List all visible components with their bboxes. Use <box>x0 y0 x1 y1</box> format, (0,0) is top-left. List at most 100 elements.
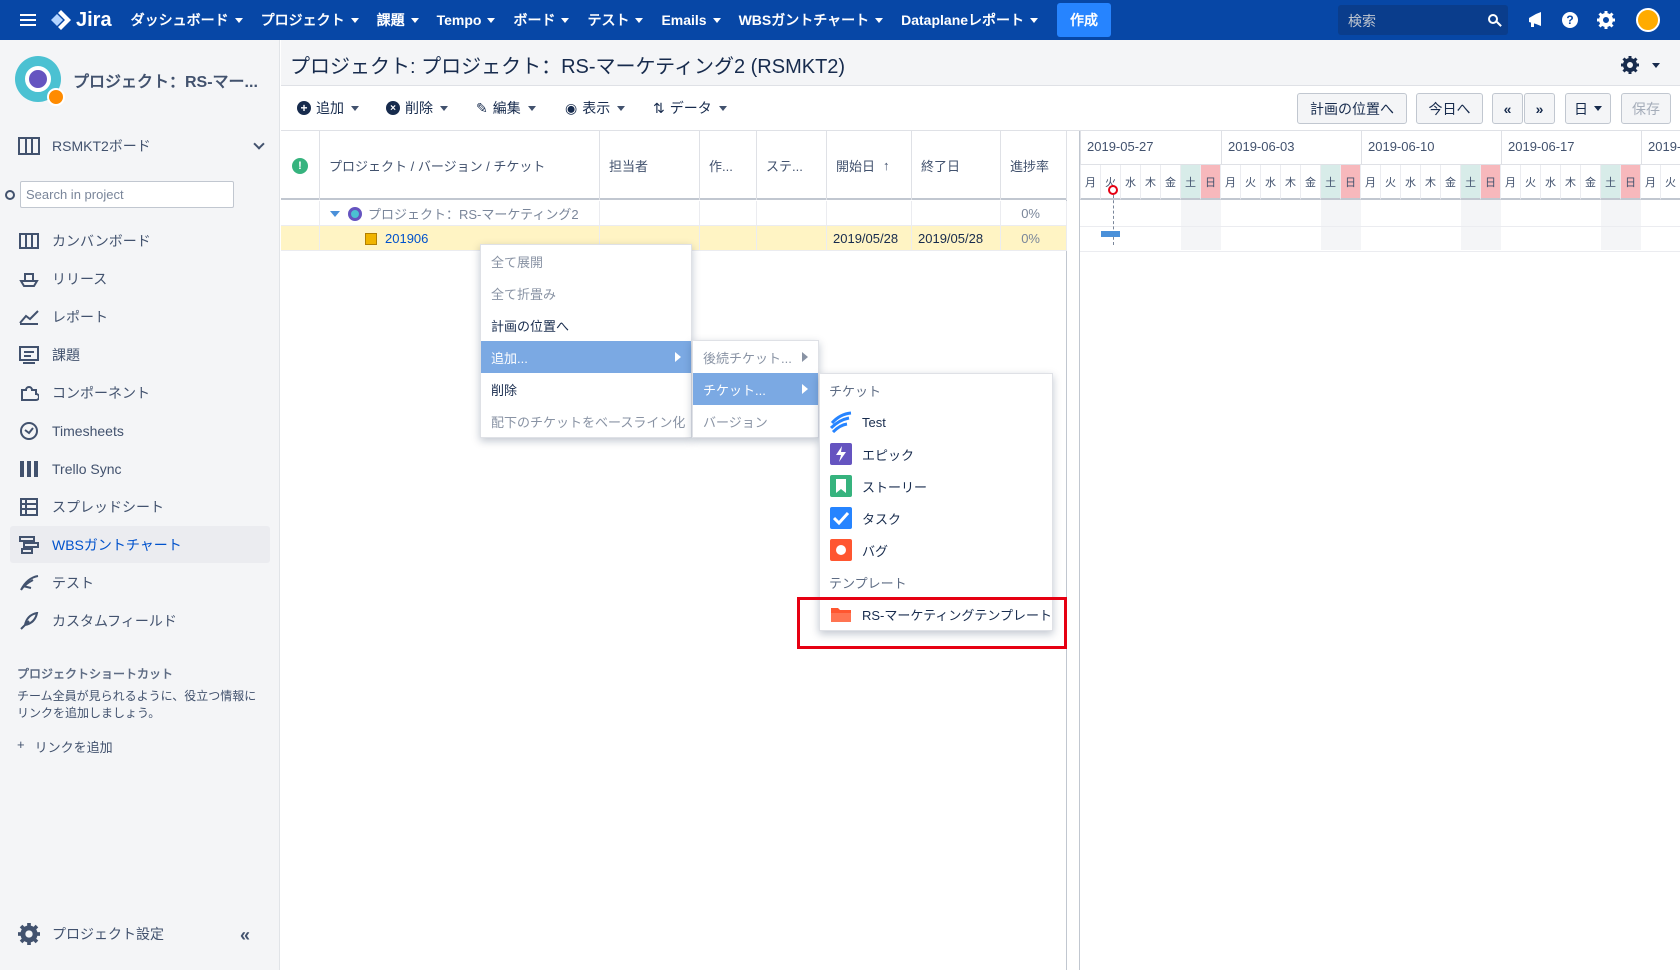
column-header-end-date[interactable]: 終了日 <box>912 131 1001 200</box>
chevron-down-icon <box>440 105 448 111</box>
project-avatar[interactable] <box>15 56 65 106</box>
gantt-day-header: 金 <box>1580 165 1600 200</box>
menu-item-story[interactable]: ストーリー <box>820 470 1052 502</box>
menu-icon[interactable] <box>20 14 36 26</box>
project-sidebar: プロジェクト：RS-マー... RSMKT2ボード Search in proj… <box>0 40 280 970</box>
menu-item-successor[interactable]: 後続チケット... <box>693 341 818 373</box>
nav-boards[interactable]: ボード <box>504 10 578 30</box>
scale-select[interactable]: 日 <box>1565 93 1611 124</box>
menu-item-version[interactable]: バージョン <box>693 405 818 437</box>
column-header-name[interactable]: プロジェクト / バージョン / チケット <box>320 131 600 200</box>
add-link-button[interactable]: + リンクを追加 <box>17 737 113 756</box>
menu-item-add[interactable]: 追加... <box>481 341 691 373</box>
project-search-input[interactable]: Search in project <box>20 181 234 208</box>
issues-icon <box>18 344 40 366</box>
menu-item-expand-all[interactable]: 全て展開 <box>481 245 691 277</box>
column-header-assignee[interactable]: 担当者 <box>600 131 700 200</box>
menu-item-bug[interactable]: バグ <box>820 534 1052 566</box>
board-selector[interactable]: RSMKT2ボード <box>18 136 265 156</box>
prev-period-button[interactable]: « <box>1492 93 1523 124</box>
nav-issues-label: 課題 <box>376 12 405 28</box>
splitter[interactable] <box>1067 131 1080 970</box>
menu-item-delete[interactable]: 削除 <box>481 373 691 405</box>
gantt-day-header: 木 <box>1420 165 1440 200</box>
nav-dataplane[interactable]: Dataplaneレポート <box>892 10 1047 30</box>
megaphone-icon[interactable] <box>1526 10 1546 30</box>
user-avatar[interactable] <box>1636 8 1660 32</box>
sidebar-item-test[interactable]: テスト <box>10 564 270 601</box>
gantt-day-header: 日 <box>1340 165 1360 200</box>
sidebar-item-kanban[interactable]: カンバンボード <box>10 222 270 259</box>
create-button[interactable]: 作成 <box>1057 3 1112 37</box>
column-header-created[interactable]: 作... <box>700 131 757 200</box>
nav-tempo[interactable]: Tempo <box>428 12 505 28</box>
nav-tests[interactable]: テスト <box>578 10 652 30</box>
sidebar-item-reports[interactable]: レポート <box>10 298 270 335</box>
nav-emails[interactable]: Emails <box>652 12 729 28</box>
version-box-icon <box>365 232 377 245</box>
search-icon <box>1488 14 1498 24</box>
row-progress-cell: 0% <box>1001 201 1067 226</box>
project-settings-link[interactable]: プロジェクト設定 <box>18 923 164 945</box>
nav-dashboards[interactable]: ダッシュボード <box>122 10 252 30</box>
chevron-down-icon <box>350 17 359 23</box>
column-header-progress[interactable]: 進捗率 <box>1001 131 1067 200</box>
sidebar-item-wbs-gantt[interactable]: WBSガントチャート <box>10 526 270 563</box>
start-date-header-label: 開始日 <box>836 159 876 174</box>
today-button[interactable]: 今日へ <box>1416 93 1483 124</box>
sort-arrows-icon: ⇅ <box>653 99 665 116</box>
menu-item-ticket[interactable]: チケット... <box>693 373 818 405</box>
help-icon[interactable]: ? <box>1560 10 1580 30</box>
edit-menu-button[interactable]: ✎ 編集 <box>476 98 536 118</box>
save-button[interactable]: 保存 <box>1621 93 1671 124</box>
collapse-sidebar-icon[interactable]: « <box>240 925 250 946</box>
clock-icon <box>18 420 40 442</box>
feather-icon <box>18 610 40 632</box>
next-period-button[interactable]: » <box>1524 93 1555 124</box>
menu-item-epic[interactable]: エピック <box>820 438 1052 470</box>
nav-projects[interactable]: プロジェクト <box>252 10 368 30</box>
nav-projects-label: プロジェクト <box>260 12 345 28</box>
add-menu-button[interactable]: + 追加 <box>297 98 359 118</box>
row-name[interactable]: 201906 <box>385 231 428 246</box>
gear-icon[interactable] <box>1596 10 1616 30</box>
menu-item-task[interactable]: タスク <box>820 502 1052 534</box>
status-column-header[interactable]: ! <box>281 131 320 200</box>
sidebar-item-custom-fields[interactable]: カスタムフィールド <box>10 602 270 639</box>
sidebar-item-timesheets[interactable]: Timesheets <box>10 412 270 449</box>
delete-menu-label: 削除 <box>405 100 433 116</box>
column-header-status[interactable]: ステ... <box>757 131 827 200</box>
sidebar-item-spreadsheet[interactable]: スプレッドシート <box>10 488 270 525</box>
menu-item-collapse-all[interactable]: 全て折畳み <box>481 277 691 309</box>
menu-item-goto-plan[interactable]: 計画の位置へ <box>481 309 691 341</box>
project-name[interactable]: プロジェクト：RS-マー... <box>73 68 263 92</box>
jira-logo[interactable]: Jira <box>50 9 112 32</box>
table-row[interactable]: プロジェクト：RS-マーケティング2 0% <box>281 201 1067 226</box>
gantt-day-header: 土 <box>1180 165 1200 200</box>
version-bar[interactable] <box>1101 231 1120 237</box>
data-menu-button[interactable]: ⇅ データ <box>653 98 727 118</box>
menu-item-baseline[interactable]: 配下のチケットをベースライン化 <box>481 405 691 437</box>
nav-wbs-gantt[interactable]: WBSガントチャート <box>730 10 893 30</box>
sidebar-item-components[interactable]: コンポーネント <box>10 374 270 411</box>
nav-issues[interactable]: 課題 <box>368 10 428 30</box>
search-input[interactable]: 検索 <box>1338 5 1508 35</box>
settings-gear-icon[interactable] <box>1620 54 1660 75</box>
sidebar-item-label: Timesheets <box>52 422 124 439</box>
sidebar-item-issues[interactable]: 課題 <box>10 336 270 373</box>
row-name: プロジェクト：RS-マーケティング2 <box>368 207 579 222</box>
view-menu-button[interactable]: ◉ 表示 <box>565 98 626 118</box>
column-header-start-date[interactable]: 開始日 ↑ <box>827 131 912 200</box>
menu-item-test[interactable]: Test <box>820 406 1052 438</box>
expand-toggle-icon[interactable] <box>330 210 340 217</box>
goto-plan-button[interactable]: 計画の位置へ <box>1297 93 1407 124</box>
sidebar-item-trello[interactable]: Trello Sync <box>10 450 270 487</box>
menu-item-test-label: Test <box>862 414 886 430</box>
gantt-row-divider <box>1080 251 1680 252</box>
row-start-cell: 2019/05/28 <box>827 226 912 251</box>
sidebar-item-releases[interactable]: リリース <box>10 260 270 297</box>
board-icon <box>18 137 40 155</box>
delete-menu-button[interactable]: × 削除 <box>386 98 448 118</box>
test-type-icon <box>830 411 852 433</box>
nav-wbs-gantt-label: WBSガントチャート <box>738 12 870 28</box>
